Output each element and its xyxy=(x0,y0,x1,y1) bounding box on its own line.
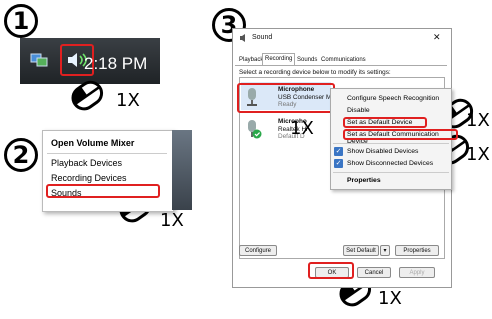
cancel-button[interactable]: Cancel xyxy=(357,267,391,278)
click-count: 1X xyxy=(290,118,314,139)
network-icon[interactable] xyxy=(30,52,48,68)
configure-button[interactable]: Configure xyxy=(239,245,277,256)
tab-communications[interactable]: Communications xyxy=(319,55,368,65)
menu-open-volume-mixer[interactable]: Open Volume Mixer xyxy=(51,138,134,148)
sounds-highlight xyxy=(46,184,160,198)
ok-highlight xyxy=(308,262,354,279)
volume-context-menu: Open Volume Mixer Playback Devices Recor… xyxy=(42,130,174,212)
tab-divider xyxy=(235,65,447,66)
clock[interactable]: 2:18 PM xyxy=(84,54,147,74)
set-default-button[interactable]: Set Default xyxy=(343,245,379,256)
chevron-down-icon[interactable]: ▾ xyxy=(380,245,390,256)
step-1-badge: 1 xyxy=(4,4,38,38)
click-count: 1X xyxy=(466,110,490,131)
click-count: 1X xyxy=(116,90,140,111)
close-button[interactable]: ✕ xyxy=(433,32,441,43)
microphone-icon xyxy=(246,118,262,140)
instruction-text: Select a recording device below to modif… xyxy=(239,69,391,76)
check-icon: ✓ xyxy=(334,159,343,168)
menu-divider xyxy=(333,172,449,173)
dialog-title: Sound xyxy=(252,34,273,41)
menu-configure-speech[interactable]: Configure Speech Recognition xyxy=(347,95,439,102)
menu-show-disconnected[interactable]: Show Disconnected Devices xyxy=(347,160,433,167)
menu-recording-devices[interactable]: Recording Devices xyxy=(51,173,127,183)
check-icon: ✓ xyxy=(334,147,343,156)
apply-button[interactable]: Apply xyxy=(399,267,435,278)
menu-playback-devices[interactable]: Playback Devices xyxy=(51,158,122,168)
menu-divider xyxy=(47,153,167,154)
click-count: 1X xyxy=(466,144,490,165)
speaker-icon xyxy=(239,33,249,43)
menu-properties[interactable]: Properties xyxy=(347,177,381,184)
click-count: 1X xyxy=(160,210,184,231)
set-comm-default-highlight xyxy=(343,129,458,140)
click-count: 1X xyxy=(378,288,402,309)
menu-disable[interactable]: Disable xyxy=(347,107,370,114)
taskbar-edge xyxy=(172,130,192,210)
set-default-highlight xyxy=(343,117,427,128)
properties-button[interactable]: Properties xyxy=(395,245,439,256)
mouse-icon xyxy=(66,78,112,123)
device-highlight xyxy=(237,83,335,113)
menu-divider xyxy=(333,143,449,144)
tab-sounds[interactable]: Sounds xyxy=(295,55,319,65)
menu-show-disabled[interactable]: Show Disabled Devices xyxy=(347,148,418,155)
step-2-badge: 2 xyxy=(4,138,38,172)
